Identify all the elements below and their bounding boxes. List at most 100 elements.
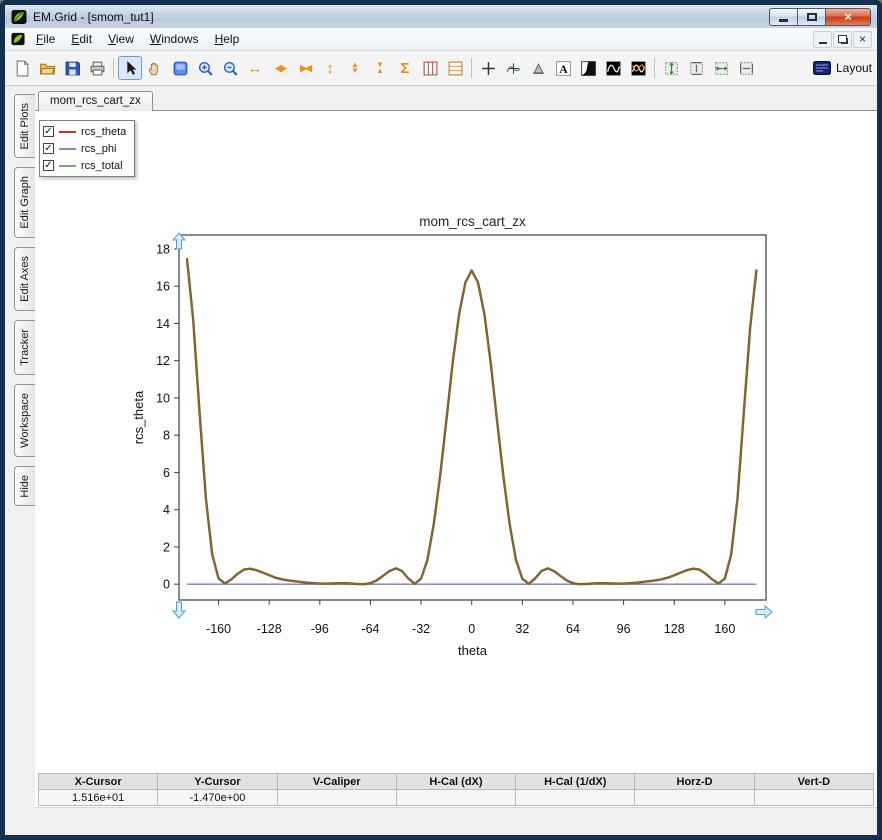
mdi-minimize-button[interactable] bbox=[813, 30, 832, 48]
shrink-vertical-icon[interactable]: ▼ ▲ bbox=[368, 56, 392, 80]
mdi-close-button[interactable]: × bbox=[853, 30, 872, 48]
fit-vertical-alt-icon[interactable] bbox=[684, 56, 708, 80]
x-tick-label: 128 bbox=[664, 622, 685, 636]
readout-header-cell: V-Caliper bbox=[276, 773, 397, 790]
document-tab[interactable]: mom_rcs_cart_zx bbox=[38, 91, 153, 111]
toolbar-separator bbox=[471, 58, 472, 78]
x-tick-label: 0 bbox=[468, 622, 475, 636]
fit-horizontal-box-icon[interactable] bbox=[709, 56, 733, 80]
waveform-icon[interactable] bbox=[601, 56, 625, 80]
x-tick-label: 64 bbox=[566, 622, 580, 636]
readout-value-cell bbox=[395, 789, 517, 806]
close-button[interactable]: × bbox=[826, 7, 871, 26]
readout-value-cell bbox=[753, 789, 875, 806]
pan-hand-icon[interactable] bbox=[143, 56, 167, 80]
readout-header-cell: H-Cal (1/dX) bbox=[515, 773, 636, 790]
y-tick-label: 6 bbox=[163, 466, 170, 480]
x-tick-label: -32 bbox=[412, 622, 430, 636]
stretch-horizontal-icon[interactable]: ◀▶ bbox=[268, 56, 292, 80]
readout-value-cell: -1.470e+00 bbox=[157, 789, 278, 806]
shrink-horizontal-icon[interactable]: ▶◀ bbox=[293, 56, 317, 80]
client-area: mom_rcs_cart_zx rcs_theta rcs_phi bbox=[35, 86, 877, 835]
toolbar-separator bbox=[654, 58, 655, 78]
mdi-minimize-icon bbox=[818, 42, 827, 44]
x-tick-label: -64 bbox=[361, 622, 379, 636]
zoom-out-icon[interactable] bbox=[218, 56, 242, 80]
open-folder-icon[interactable] bbox=[35, 56, 59, 80]
legend-checkbox[interactable] bbox=[43, 160, 54, 171]
expand-vertical-icon[interactable]: ↕ bbox=[318, 56, 342, 80]
legend: rcs_theta rcs_phi rcs_total bbox=[39, 120, 136, 177]
toolbar-separator bbox=[113, 58, 114, 78]
menu-windows[interactable]: Windows bbox=[142, 29, 207, 49]
sidebar-tab-label: Edit Plots bbox=[19, 103, 31, 150]
contrast-plot-icon[interactable] bbox=[576, 56, 600, 80]
row-format-icon[interactable] bbox=[443, 56, 467, 80]
maximize-button[interactable] bbox=[798, 7, 826, 26]
app-logo-icon bbox=[11, 9, 27, 24]
zoom-in-icon[interactable] bbox=[193, 56, 217, 80]
legend-checkbox[interactable] bbox=[43, 143, 54, 154]
readout-value-cell bbox=[634, 789, 755, 806]
sidebar-tab-label: Edit Axes bbox=[19, 256, 31, 302]
multi-waveform-icon[interactable] bbox=[626, 56, 650, 80]
mdi-child-icon bbox=[11, 32, 25, 46]
readout-value-row: 1.516e+01 -1.470e+00 bbox=[37, 789, 875, 806]
legend-checkbox[interactable] bbox=[43, 126, 54, 137]
stretch-vertical-icon[interactable]: ▲ ▼ bbox=[343, 56, 367, 80]
plot-frame bbox=[178, 234, 767, 601]
titlebar: EM.Grid - [smom_tut1] × bbox=[5, 5, 877, 28]
sidebar-tab-hide[interactable]: Hide bbox=[14, 465, 35, 507]
readout-header-cell: H-Cal (dX) bbox=[395, 773, 517, 790]
menu-help[interactable]: Help bbox=[207, 29, 248, 49]
text-annotation-icon[interactable]: A bbox=[551, 56, 575, 80]
caliper-icon[interactable] bbox=[526, 56, 550, 80]
axis-pan-right-icon[interactable] bbox=[755, 604, 773, 620]
zoom-window-icon[interactable] bbox=[168, 56, 192, 80]
menu-view[interactable]: View bbox=[100, 29, 142, 49]
mdi-restore-icon bbox=[837, 34, 848, 44]
fit-vertical-box-icon[interactable] bbox=[659, 56, 683, 80]
readout-value-cell: 1.516e+01 bbox=[37, 789, 159, 806]
tracker-cursor-icon[interactable] bbox=[501, 56, 525, 80]
series-rcs_total bbox=[186, 258, 758, 585]
autoscale-icon[interactable]: Σ bbox=[393, 56, 417, 80]
column-format-icon[interactable] bbox=[418, 56, 442, 80]
legend-item: rcs_total bbox=[43, 157, 126, 174]
minimize-button[interactable] bbox=[769, 7, 798, 26]
x-tick-label: 160 bbox=[714, 622, 735, 636]
y-tick-label: 14 bbox=[156, 317, 170, 331]
readout-header-row: X-Cursor Y-Cursor V-Caliper H-Cal (dX) H… bbox=[37, 773, 875, 790]
layout-control[interactable]: Layout bbox=[805, 61, 872, 75]
x-tick-label: -96 bbox=[311, 622, 329, 636]
fit-horizontal-alt-icon[interactable] bbox=[734, 56, 758, 80]
y-tick-label: 18 bbox=[156, 242, 170, 256]
x-axis-label: theta bbox=[458, 643, 488, 658]
layout-label: Layout bbox=[835, 61, 872, 75]
readout-value-cell bbox=[515, 789, 636, 806]
save-icon[interactable] bbox=[60, 56, 84, 80]
readout-header-cell: Vert-D bbox=[753, 773, 875, 790]
menu-edit[interactable]: Edit bbox=[63, 29, 100, 49]
sidebar-tab-label: Workspace bbox=[19, 392, 31, 448]
sidebar-tab-edit-plots[interactable]: Edit Plots bbox=[14, 94, 35, 159]
sidebar-tab-edit-graph[interactable]: Edit Graph bbox=[14, 167, 35, 239]
crosshair-icon[interactable] bbox=[476, 56, 500, 80]
chart-canvas[interactable]: -160 -128 -96 -64 -32 0 32 64 96 128 160 0 2 4 6 8 10 12 1… bbox=[35, 111, 877, 773]
new-document-icon[interactable] bbox=[10, 56, 34, 80]
sidebar-tab-tracker[interactable]: Tracker bbox=[14, 319, 35, 375]
mdi-restore-button[interactable] bbox=[833, 30, 852, 48]
print-icon[interactable] bbox=[85, 56, 109, 80]
select-arrow-icon[interactable] bbox=[118, 56, 142, 80]
legend-color-line bbox=[59, 164, 76, 167]
expand-horizontal-icon[interactable]: ↔ bbox=[243, 56, 267, 80]
menu-file[interactable]: File bbox=[28, 29, 63, 49]
sidebar-tab-label: Tracker bbox=[19, 328, 31, 366]
axis-pan-down-icon[interactable] bbox=[171, 601, 187, 619]
bottom-strip bbox=[35, 807, 877, 835]
sidebar-tab-workspace[interactable]: Workspace bbox=[14, 383, 35, 457]
legend-item: rcs_phi bbox=[43, 140, 126, 157]
maximize-icon bbox=[806, 12, 817, 21]
sidebar-tab-edit-axes[interactable]: Edit Axes bbox=[14, 247, 35, 311]
layout-icon bbox=[812, 61, 831, 75]
